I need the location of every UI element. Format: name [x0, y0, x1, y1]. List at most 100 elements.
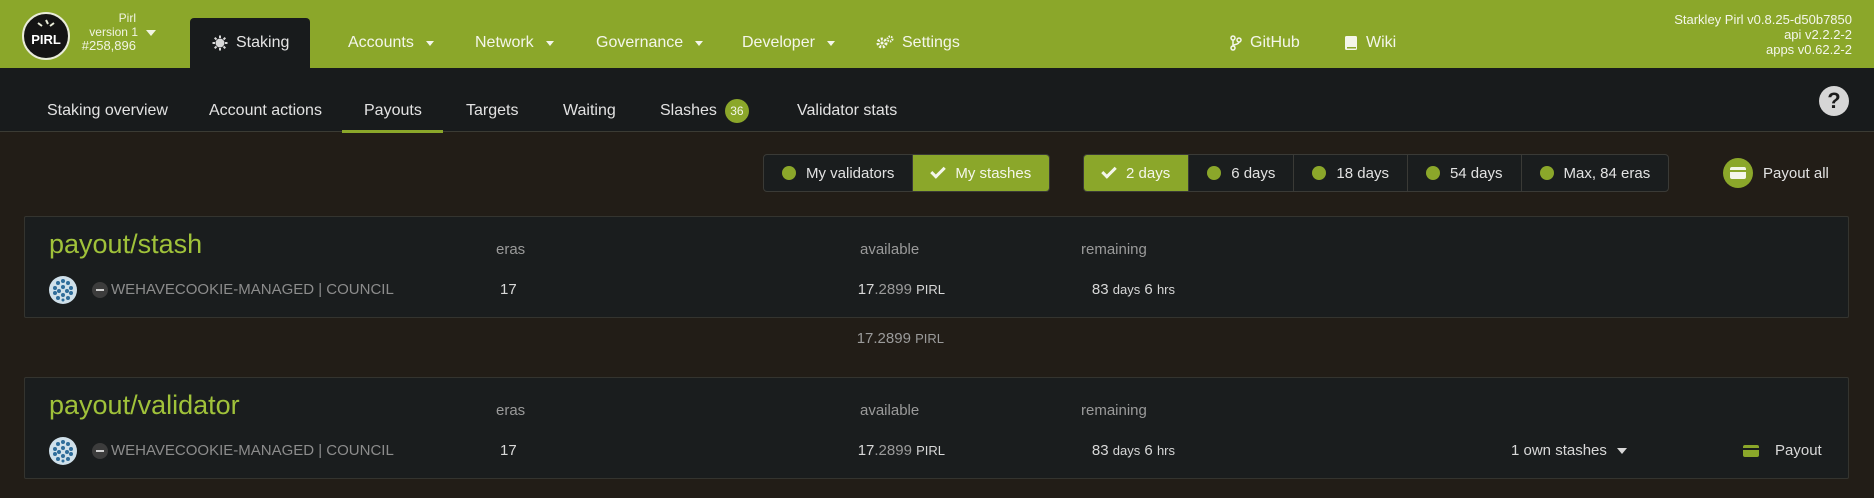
remaining-value: 83 days 6 hrs [985, 281, 1175, 298]
nav-staking[interactable]: Staking [190, 18, 310, 68]
tab-targets[interactable]: Targets [466, 100, 518, 122]
chevron-down-icon [1616, 447, 1627, 454]
tab-payouts[interactable]: Payouts [364, 100, 422, 122]
amount-frac: .2899 [874, 281, 912, 298]
nav-github[interactable]: GitHub [1230, 32, 1300, 54]
toggle-2-days[interactable]: 2 days [1084, 155, 1190, 191]
amount-int: 17 [857, 281, 875, 298]
toggle-label: 54 days [1449, 164, 1503, 182]
node-version: Starkley Pirl v0.8.25-d50b7850 [1674, 12, 1852, 27]
nav-wiki-label: Wiki [1366, 34, 1397, 51]
own-stashes-dropdown[interactable]: 1 own stashes [1511, 442, 1627, 459]
tab-account-actions[interactable]: Account actions [209, 100, 322, 122]
toggle-my-stashes[interactable]: My stashes [913, 155, 1050, 191]
credit-card-icon [1723, 158, 1753, 188]
available-value: 17.2899 PIRL [765, 281, 945, 298]
remaining-days-num: 83 [1091, 442, 1109, 459]
payout-stash-table: payout/stash eras available remaining WE… [24, 216, 1849, 318]
radio-dot-icon [1312, 166, 1327, 180]
nav-settings[interactable]: Settings [876, 32, 960, 54]
payout-button[interactable]: Payout [1743, 442, 1822, 459]
column-header-eras: eras [496, 402, 526, 419]
toggle-my-validators[interactable]: My validators [764, 155, 914, 191]
nav-wiki[interactable]: Wiki [1344, 32, 1396, 54]
chevron-down-icon [146, 30, 156, 36]
toggle-54-days[interactable]: 54 days [1408, 155, 1522, 191]
toggle-max-eras[interactable]: Max, 84 eras [1522, 155, 1669, 191]
radio-dot-icon [1539, 166, 1554, 180]
available-value: 17.2899 PIRL [765, 442, 945, 459]
payout-all-button[interactable]: Payout all [1723, 156, 1829, 190]
column-header-available: available [860, 241, 920, 258]
payout-label: Payout [1775, 442, 1822, 459]
chevron-down-icon [826, 40, 835, 46]
nav-developer[interactable]: Developer [742, 32, 835, 54]
toggle-label: 18 days [1336, 164, 1389, 182]
staking-icon [212, 35, 228, 51]
top-navbar: PIRL Pirl version 1 #258,896 Staking Acc… [0, 0, 1874, 68]
remove-icon [92, 282, 108, 298]
radio-dot-icon [1207, 166, 1222, 180]
toggle-label: 2 days [1126, 164, 1171, 182]
amount-unit: PIRL [916, 443, 945, 458]
version-info: Starkley Pirl v0.8.25-d50b7850 api v2.2.… [1674, 12, 1852, 57]
tab-slashes[interactable]: Slashes 36 [660, 99, 749, 123]
nav-governance[interactable]: Governance [596, 32, 704, 54]
remaining-hrs-unit: hrs [1156, 443, 1175, 458]
tab-staking-overview[interactable]: Staking overview [47, 100, 168, 122]
chain-name: Pirl [118, 11, 136, 25]
ownership-toggle: My validators My stashes [763, 154, 1051, 192]
toggle-6-days[interactable]: 6 days [1189, 155, 1295, 191]
nav-network-label: Network [475, 34, 534, 51]
column-header-remaining: remaining [1081, 402, 1147, 419]
chevron-down-icon [545, 40, 554, 46]
remaining-days-num: 83 [1091, 281, 1109, 298]
tab-label: Waiting [563, 102, 616, 119]
total-unit: PIRL [915, 331, 944, 346]
period-toggle: 2 days 6 days 18 days 54 days Max, 84 er… [1083, 154, 1670, 192]
toggle-label: My stashes [955, 164, 1032, 182]
nav-accounts[interactable]: Accounts [348, 32, 434, 54]
account-name[interactable]: WEHAVECOOKIE-MANAGED | COUNCIL [111, 442, 394, 459]
api-version: api v2.2.2-2 [1784, 27, 1852, 42]
toggle-label: Max, 84 eras [1563, 164, 1651, 182]
chain-selector[interactable]: Pirl version 1 #258,896 [66, 11, 156, 53]
account-identicon-icon[interactable] [49, 276, 77, 304]
remaining-value: 83 days 6 hrs [985, 442, 1175, 459]
slashes-count-badge: 36 [724, 99, 749, 123]
svg-text:PIRL: PIRL [31, 32, 61, 47]
remaining-days-unit: days [1112, 443, 1141, 458]
toggle-18-days[interactable]: 18 days [1294, 155, 1408, 191]
tab-validator-stats[interactable]: Validator stats [797, 100, 897, 122]
nav-github-label: GitHub [1250, 34, 1300, 51]
account-identicon-icon[interactable] [49, 437, 77, 465]
radio-dot-icon [1425, 166, 1440, 180]
toggle-label: My validators [806, 164, 895, 182]
gears-icon [876, 35, 894, 49]
amount-frac: .2899 [874, 442, 912, 459]
git-branch-icon [1230, 35, 1242, 51]
tab-label: Payouts [364, 102, 422, 119]
tab-waiting[interactable]: Waiting [563, 100, 616, 122]
eras-value: 17 [500, 281, 517, 298]
amount-int: 17 [857, 442, 875, 459]
account-name[interactable]: WEHAVECOOKIE-MANAGED | COUNCIL [111, 281, 394, 298]
total-int: 17 [856, 330, 874, 347]
tab-label: Account actions [209, 102, 322, 119]
radio-dot-icon [782, 166, 796, 180]
remaining-hrs-num: 6 [1144, 442, 1153, 459]
payout-all-label: Payout all [1763, 164, 1829, 182]
nav-network[interactable]: Network [475, 32, 554, 54]
table-title: payout/validator [49, 390, 240, 420]
nav-settings-label: Settings [902, 34, 960, 51]
credit-card-icon [1743, 444, 1759, 457]
toggle-label: 6 days [1231, 164, 1276, 182]
active-tab-indicator [342, 130, 443, 133]
pirl-logo[interactable]: PIRL [22, 12, 70, 60]
logo-icon: PIRL [31, 19, 61, 47]
tab-label: Slashes [660, 102, 717, 119]
tab-label: Validator stats [797, 102, 898, 119]
column-header-eras: eras [496, 241, 526, 258]
help-icon[interactable]: ? [1819, 86, 1849, 116]
amount-unit: PIRL [916, 282, 945, 297]
